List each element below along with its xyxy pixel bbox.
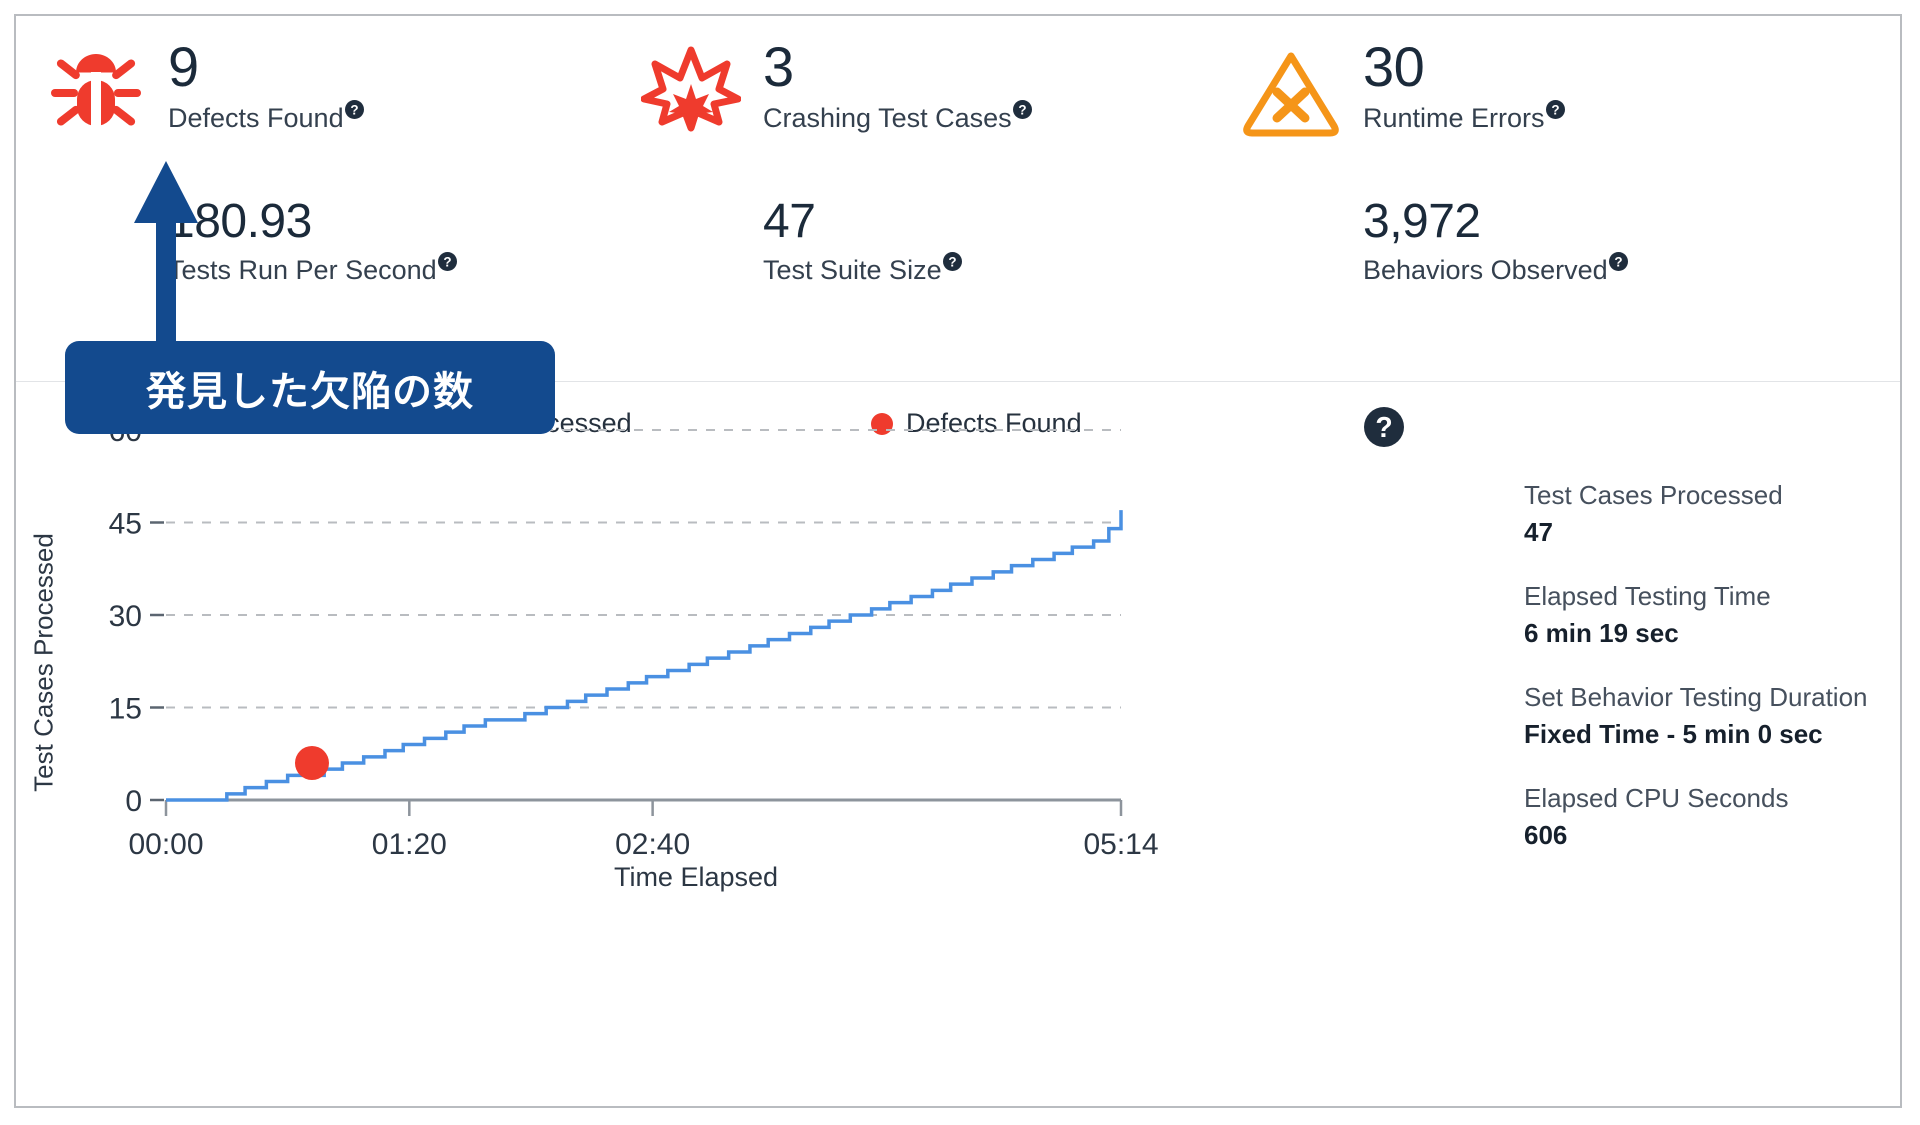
stat-label: Test Suite Size? xyxy=(763,250,1251,287)
stat-card-runtime-errors: 30 Runtime Errors? xyxy=(1241,36,1851,166)
summary-item: Elapsed Testing Time 6 min 19 sec xyxy=(1524,578,1894,650)
help-icon[interactable]: ? xyxy=(942,252,962,271)
svg-text:?: ? xyxy=(1018,102,1026,117)
stat-label-text: Tests Run Per Second xyxy=(168,255,437,285)
help-icon[interactable]: ? xyxy=(344,100,364,119)
stat-label-text: Test Suite Size xyxy=(763,255,942,285)
summary-value: Fixed Time - 5 min 0 sec xyxy=(1524,719,1823,749)
svg-text:?: ? xyxy=(948,254,956,269)
stat-column-crashes: 3 Crashing Test Cases? 47 Test Suite Siz… xyxy=(641,36,1251,287)
warning-triangle-x-icon xyxy=(1241,42,1341,142)
stat-card-defects-found: 9 Defects Found? xyxy=(46,36,656,166)
stat-label-text: Crashing Test Cases xyxy=(763,103,1012,133)
y-axis-title: Test Cases Processed xyxy=(28,533,59,792)
summary-value: 47 xyxy=(1524,517,1553,547)
stat-label: Defects Found? xyxy=(168,98,656,135)
stat-column-runtime-errors: 30 Runtime Errors? 3,972 Behaviors Obser… xyxy=(1241,36,1851,287)
svg-text:45: 45 xyxy=(109,508,142,541)
stat-value: 3 xyxy=(763,35,794,98)
svg-text:05:14: 05:14 xyxy=(1083,828,1158,861)
svg-text:30: 30 xyxy=(109,600,142,633)
chart-plot-area: 01530456000:0001:2002:4005:14 Test Cases… xyxy=(16,382,1476,942)
stat-label: Tests Run Per Second? xyxy=(168,250,656,287)
stat-label: Runtime Errors? xyxy=(1363,98,1851,135)
stat-value: 3,972 xyxy=(1363,195,1481,248)
svg-text:15: 15 xyxy=(109,693,142,726)
help-icon[interactable]: ? xyxy=(1012,100,1032,119)
summary-key: Elapsed Testing Time xyxy=(1524,581,1771,611)
bug-icon xyxy=(46,42,146,142)
svg-text:?: ? xyxy=(1614,254,1622,269)
stat-label-text: Defects Found xyxy=(168,103,344,133)
x-axis-title: Time Elapsed xyxy=(613,862,779,892)
stat-card-crashing-test-cases: 3 Crashing Test Cases? xyxy=(641,36,1251,166)
summary-item: Test Cases Processed 47 xyxy=(1524,477,1894,549)
stat-value: 47 xyxy=(763,195,816,248)
run-summary-panel: Test Cases Processed 47 Elapsed Testing … xyxy=(1524,477,1894,881)
stat-label-text: Behaviors Observed xyxy=(1363,255,1608,285)
help-icon[interactable]: ? xyxy=(1608,252,1628,271)
svg-text:01:20: 01:20 xyxy=(372,828,447,861)
stat-card-behaviors-observed: 3,972 Behaviors Observed? xyxy=(1241,194,1851,287)
stat-value: 30 xyxy=(1363,35,1425,98)
svg-text:0: 0 xyxy=(125,785,142,818)
svg-text:?: ? xyxy=(1551,102,1559,117)
svg-text:02:40: 02:40 xyxy=(615,828,690,861)
callout-text: 発見した欠陥の数 xyxy=(146,368,474,415)
svg-text:?: ? xyxy=(350,102,358,117)
summary-key: Set Behavior Testing Duration xyxy=(1524,682,1868,712)
stats-summary-region: 9 Defects Found? 180.93 Tests Run Per Se… xyxy=(16,16,1900,382)
summary-key: Test Cases Processed xyxy=(1524,480,1783,510)
stat-value: 9 xyxy=(168,35,199,98)
summary-item: Elapsed CPU Seconds 606 xyxy=(1524,780,1894,852)
help-icon[interactable]: ? xyxy=(437,252,457,271)
explosion-icon xyxy=(641,42,741,142)
summary-value: 606 xyxy=(1524,820,1568,850)
summary-key: Elapsed CPU Seconds xyxy=(1524,783,1789,813)
chart-region: Test Cases Processed Defects Found ? 015… xyxy=(16,382,1900,1106)
dashboard-panel: 9 Defects Found? 180.93 Tests Run Per Se… xyxy=(14,14,1902,1108)
stat-value: 180.93 xyxy=(168,195,312,248)
svg-text:?: ? xyxy=(443,254,451,269)
callout-tooltip: 発見した欠陥の数 xyxy=(65,341,555,434)
svg-text:00:00: 00:00 xyxy=(128,828,203,861)
stat-card-test-suite-size: 47 Test Suite Size? xyxy=(641,194,1251,287)
summary-item: Set Behavior Testing Duration Fixed Time… xyxy=(1524,679,1894,751)
stat-label-text: Runtime Errors xyxy=(1363,103,1545,133)
help-icon[interactable]: ? xyxy=(1545,100,1565,119)
stat-label: Behaviors Observed? xyxy=(1363,250,1851,287)
stat-label: Crashing Test Cases? xyxy=(763,98,1251,135)
summary-value: 6 min 19 sec xyxy=(1524,618,1679,648)
